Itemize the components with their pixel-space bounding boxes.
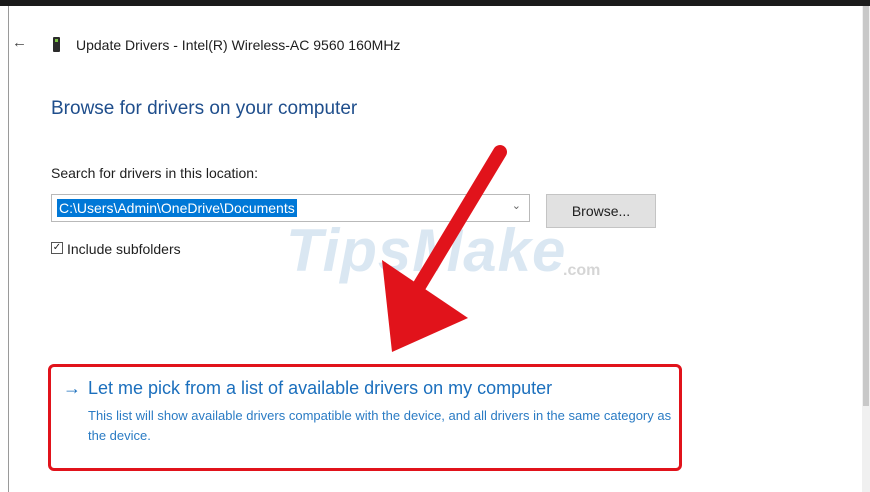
window-title: Update Drivers - Intel(R) Wireless-AC 95… xyxy=(76,37,401,53)
back-arrow-icon[interactable]: ← xyxy=(12,34,27,51)
left-border xyxy=(8,6,9,492)
red-pointer-arrow-icon xyxy=(382,145,507,352)
link-arrow-icon[interactable]: → xyxy=(63,378,81,399)
pick-from-list-link[interactable]: Let me pick from a list of available dri… xyxy=(88,378,552,399)
page-heading: Browse for drivers on your computer xyxy=(51,98,358,119)
watermark-suffix: .com xyxy=(563,262,601,279)
scrollbar-thumb[interactable] xyxy=(863,6,869,406)
search-location-label: Search for drivers in this location: xyxy=(51,165,258,181)
pick-from-list-description: This list will show available drivers co… xyxy=(88,408,672,443)
include-subfolders-checkbox[interactable]: ✓ xyxy=(51,242,63,254)
search-location-value[interactable]: C:\Users\Admin\OneDrive\Documents xyxy=(57,199,297,217)
top-border xyxy=(0,0,870,6)
update-drivers-window: ← Update Drivers - Intel(R) Wireless-AC … xyxy=(0,0,870,492)
network-adapter-icon xyxy=(53,37,60,52)
include-subfolders-label[interactable]: Include subfolders xyxy=(67,241,181,257)
